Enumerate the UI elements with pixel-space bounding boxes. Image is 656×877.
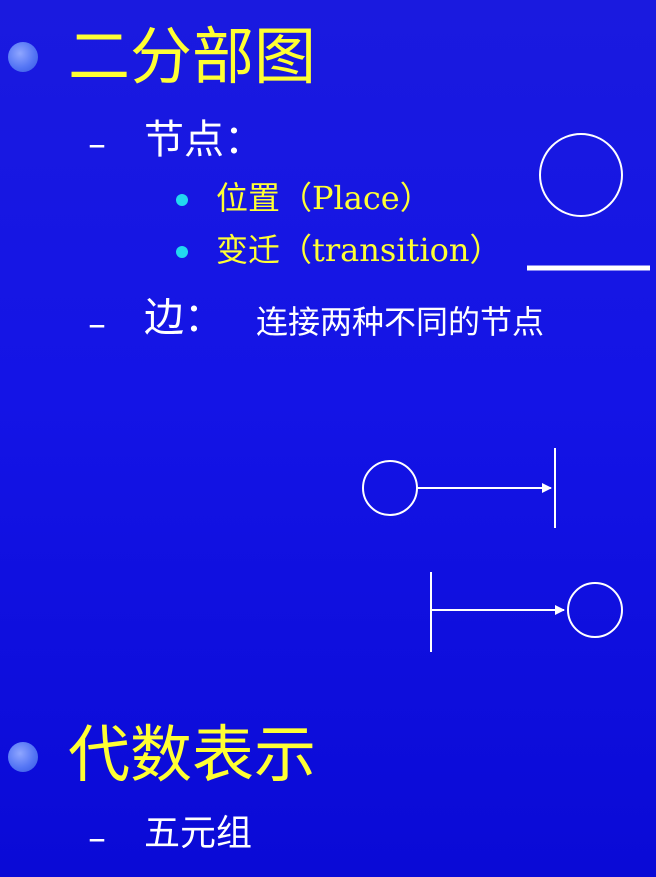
- arc2-place-circle-icon: [567, 582, 623, 638]
- petri-net-symbols: [362, 133, 650, 652]
- arc-transition-to-place: [430, 572, 623, 652]
- arc1-place-circle-icon: [362, 460, 418, 516]
- place-circle-icon: [539, 133, 623, 217]
- arc-place-to-transition: [362, 448, 556, 528]
